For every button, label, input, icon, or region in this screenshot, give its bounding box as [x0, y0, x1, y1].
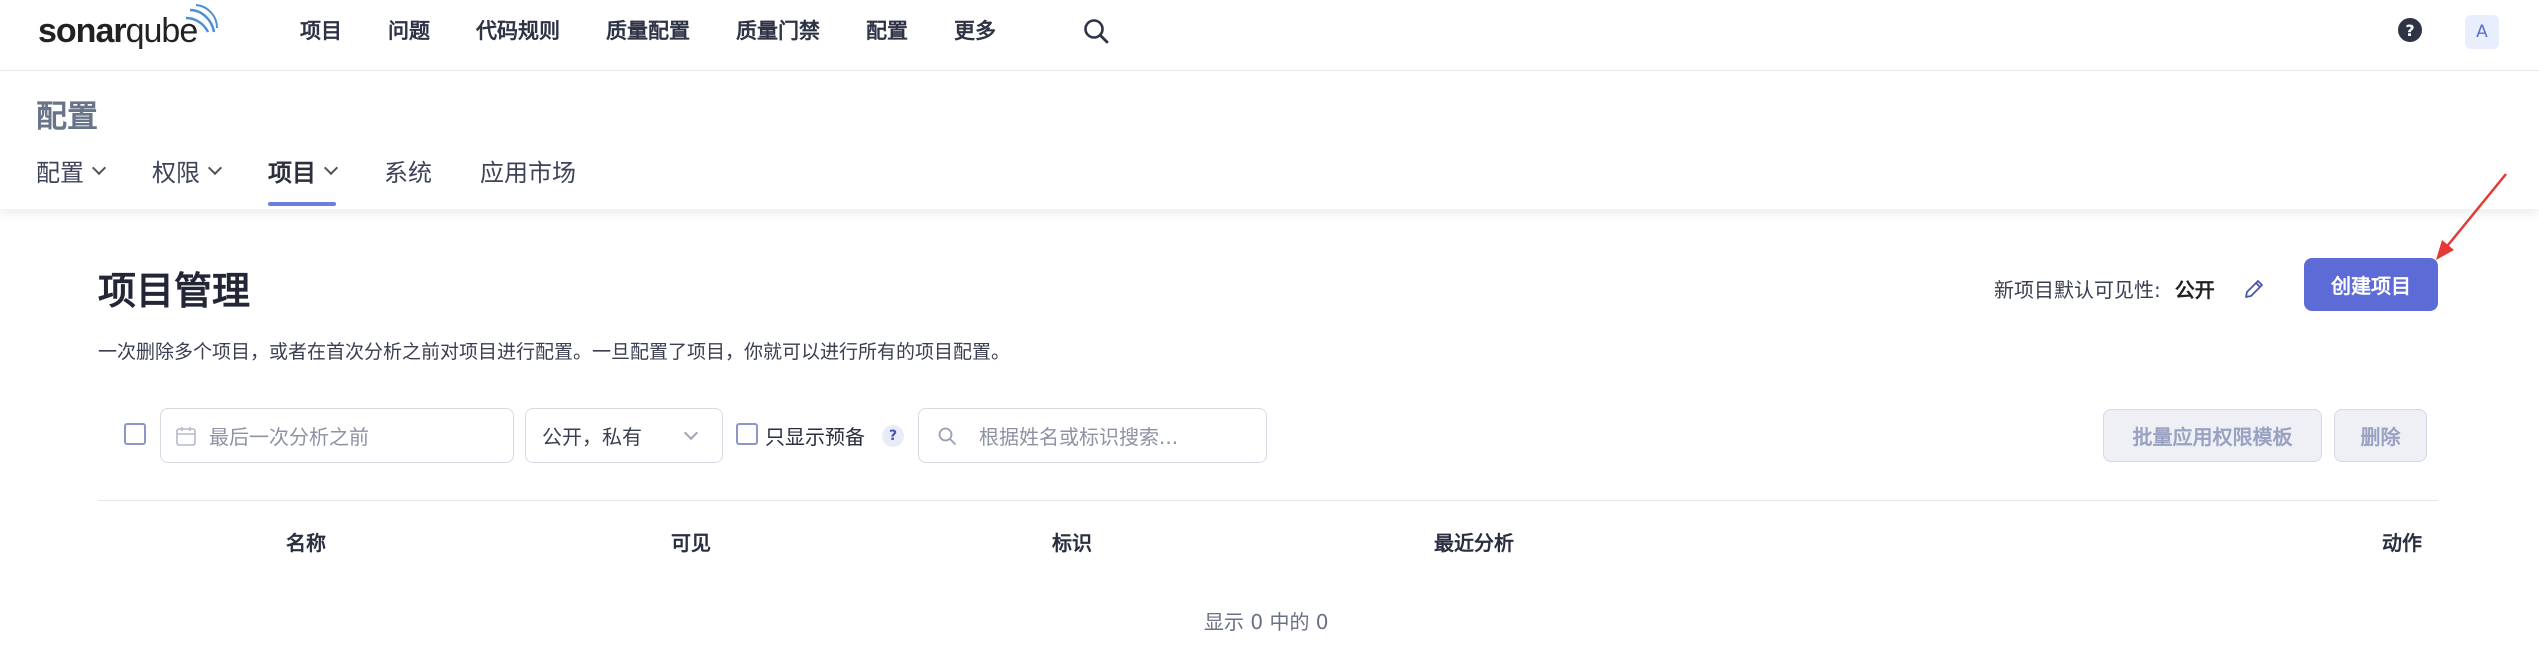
tab-system[interactable]: 系统 [384, 153, 432, 206]
nav-item-administration[interactable]: 配置 [866, 15, 908, 45]
create-project-button[interactable]: 创建项目 [2304, 258, 2438, 311]
main-nav: 项目 问题 代码规则 质量配置 质量门禁 配置 更多 [300, 0, 996, 60]
nav-item-quality-gates[interactable]: 质量门禁 [736, 15, 820, 45]
page-section-title: 配置 [36, 99, 98, 135]
help-tooltip-symbol: ? [888, 428, 898, 444]
tab-label: 项目 [268, 159, 316, 187]
admin-tabs: 配置 权限 项目 系统 应用市场 [36, 153, 576, 206]
nav-item-rules[interactable]: 代码规则 [476, 15, 560, 45]
nav-item-more[interactable]: 更多 [954, 15, 996, 45]
logo-waves-icon [185, 4, 218, 33]
pencil-icon[interactable] [2243, 278, 2265, 300]
admin-subheader: 配置 配置 权限 项目 系统 应用市场 [0, 71, 2539, 209]
date-placeholder: 最后一次分析之前 [209, 425, 369, 449]
chevron-down-icon [323, 160, 339, 175]
project-search-input[interactable]: 根据姓名或标识搜索... [918, 408, 1267, 463]
nav-item-issues[interactable]: 问题 [388, 15, 430, 45]
sonarqube-logo[interactable]: sonar qube [38, 4, 218, 56]
visibility-select[interactable]: 公开，私有 [525, 408, 723, 463]
results-count: 显示 0 中的 0 [1204, 610, 1329, 634]
tab-security[interactable]: 权限 [152, 153, 223, 206]
default-visibility-label: 新项目默认可见性: [1994, 278, 2161, 302]
chevron-down-icon [683, 425, 699, 440]
search-icon [938, 427, 956, 445]
tab-marketplace[interactable]: 应用市场 [480, 153, 576, 206]
top-navigation-bar: sonar qube 项目 问题 代码规则 质量配置 质量门禁 配置 更多 ? A [0, 0, 2539, 71]
column-header-visibility: 可见 [671, 531, 711, 555]
column-header-name: 名称 [286, 531, 326, 555]
provisioned-only-label[interactable]: 只显示预备 [765, 421, 865, 450]
avatar-initial: A [2476, 22, 2488, 42]
nav-item-quality-profiles[interactable]: 质量配置 [606, 15, 690, 45]
search-placeholder: 根据姓名或标识搜索... [979, 425, 1179, 449]
nav-item-projects[interactable]: 项目 [300, 15, 342, 45]
chevron-down-icon [207, 160, 223, 175]
tab-projects[interactable]: 项目 [268, 153, 339, 206]
tab-label: 应用市场 [480, 159, 576, 187]
help-symbol: ? [2405, 20, 2415, 40]
provisioned-only-checkbox[interactable] [736, 423, 758, 445]
column-header-key: 标识 [1052, 531, 1092, 555]
tab-configuration[interactable]: 配置 [36, 153, 107, 206]
default-visibility: 新项目默认可见性: 公开 [1994, 274, 2265, 303]
search-icon[interactable] [1082, 17, 1110, 45]
annotation-arrow [2436, 173, 2507, 260]
select-all-checkbox[interactable] [124, 423, 146, 445]
chevron-down-icon [91, 160, 107, 175]
visibility-select-value: 公开，私有 [542, 425, 642, 449]
tab-label: 配置 [36, 159, 84, 187]
help-icon[interactable]: ? [2398, 18, 2422, 42]
help-tooltip-icon[interactable]: ? [882, 425, 904, 447]
column-header-actions: 动作 [2382, 531, 2422, 555]
avatar[interactable]: A [2465, 15, 2499, 49]
table-divider [98, 500, 2438, 501]
calendar-icon [176, 426, 196, 446]
page-description: 一次删除多个项目，或者在首次分析之前对项目进行配置。一旦配置了项目，你就可以进行… [98, 341, 1011, 363]
default-visibility-value: 公开 [2174, 278, 2215, 302]
page-title: 项目管理 [98, 269, 251, 313]
tab-label: 系统 [384, 159, 432, 187]
tab-label: 权限 [152, 159, 200, 187]
delete-button[interactable]: 删除 [2334, 409, 2427, 462]
bulk-apply-permission-template-button[interactable]: 批量应用权限模板 [2103, 409, 2322, 462]
column-header-last-analysis: 最近分析 [1434, 531, 1514, 555]
last-analysis-date-input[interactable]: 最后一次分析之前 [160, 408, 514, 463]
